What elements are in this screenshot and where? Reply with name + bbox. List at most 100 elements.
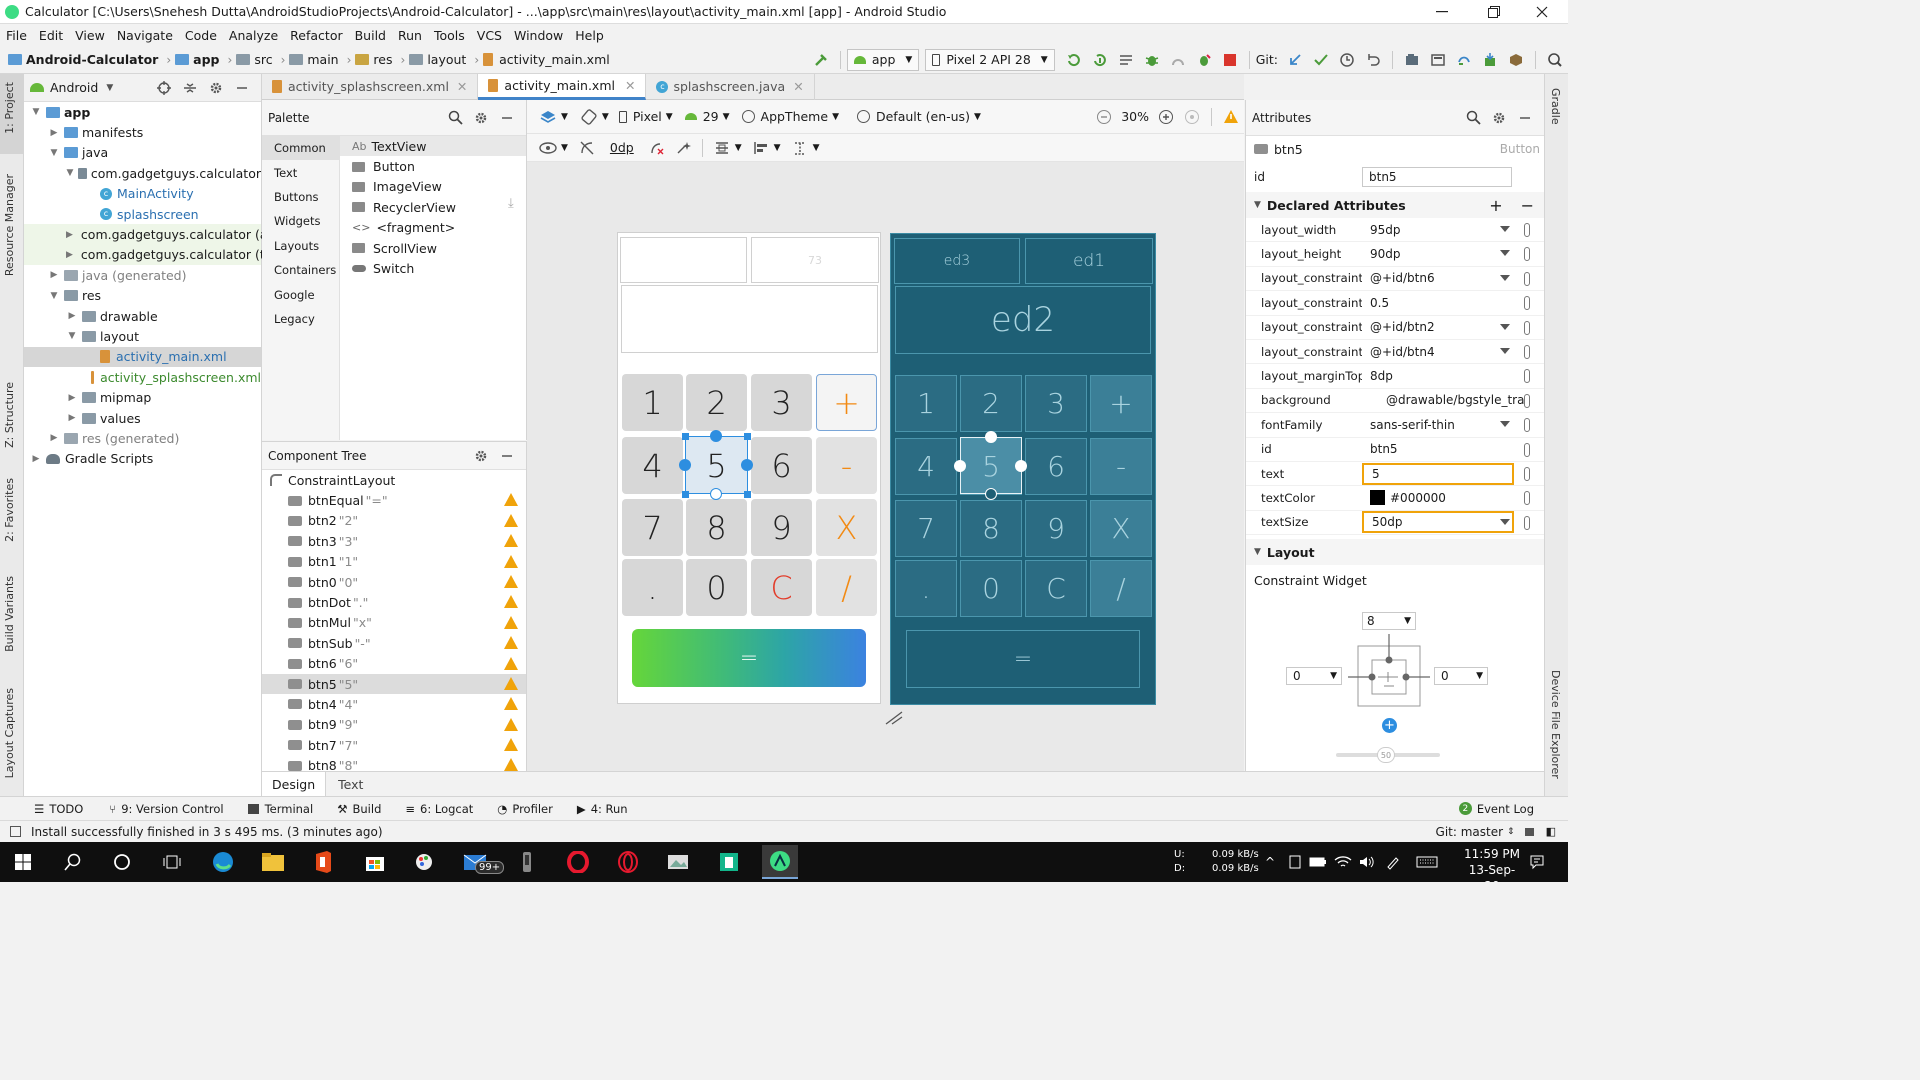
ed2-field[interactable] — [621, 285, 878, 353]
close-tab-icon[interactable]: ✕ — [793, 79, 803, 94]
resource-picker-icon[interactable] — [1524, 418, 1530, 433]
default-margin[interactable]: 0dp — [610, 140, 634, 155]
package-icon[interactable] — [1505, 49, 1527, 71]
blueprint-key[interactable]: 4 — [895, 438, 957, 495]
chevron-right-icon[interactable]: ▶ — [48, 433, 60, 443]
locale-select[interactable]: Default (en-us) — [876, 109, 970, 124]
close-tab-icon[interactable]: ✕ — [457, 79, 467, 94]
tab-design[interactable]: Design — [262, 771, 327, 797]
warning-icon[interactable] — [504, 738, 518, 752]
menu-run[interactable]: Run — [392, 28, 428, 43]
tree-item[interactable]: ▶ drawable — [24, 306, 261, 326]
tree-root[interactable]: ConstraintLayout — [262, 470, 526, 490]
apply-code-changes-icon[interactable] — [1089, 49, 1111, 71]
tree-item[interactable]: c splashscreen — [24, 204, 261, 224]
blueprint-ed3[interactable]: ed3 — [894, 238, 1020, 284]
make-project-icon[interactable] — [810, 49, 832, 71]
palette-category-legacy[interactable]: Legacy — [262, 307, 339, 331]
chevron-down-icon[interactable]: ▼ — [66, 168, 74, 178]
tab-text[interactable]: Text — [326, 777, 375, 792]
tree-item[interactable]: ▶ manifests — [24, 122, 261, 142]
attribute-value-input[interactable]: @+id/btn4 — [1362, 341, 1544, 363]
blueprint-key[interactable]: / — [1090, 560, 1152, 617]
blueprint-key[interactable]: C — [1025, 560, 1087, 617]
tree-item[interactable]: ▶ values — [24, 408, 261, 428]
api-level-select[interactable]: 29 — [703, 109, 719, 124]
resource-picker-icon[interactable] — [1524, 466, 1530, 481]
memory-icon[interactable]: ◧ — [1546, 825, 1556, 838]
key-button[interactable]: 1 — [622, 374, 683, 431]
resource-picker-icon[interactable] — [1524, 223, 1530, 237]
component-row[interactable]: btn0 "0" — [262, 572, 526, 592]
palette-item[interactable]: <> <fragment> — [340, 218, 526, 238]
breadcrumb-layout[interactable]: layout — [409, 52, 466, 67]
minimize-icon[interactable] — [1432, 2, 1452, 22]
id-input[interactable]: btn5 — [1362, 167, 1512, 187]
breadcrumb-main[interactable]: main — [289, 52, 339, 67]
run-config-select[interactable]: app ▼ — [846, 48, 920, 71]
stop-icon[interactable] — [1219, 49, 1241, 71]
key-button[interactable]: - — [816, 437, 877, 494]
tree-item[interactable]: ▶ com.gadgetguys.calculator (te — [24, 244, 272, 266]
warning-icon[interactable] — [504, 574, 518, 588]
hide-icon[interactable] — [496, 107, 518, 129]
palette-category-containers[interactable]: Containers — [262, 258, 339, 282]
attribute-value-input[interactable]: sans-serif-thin — [1362, 414, 1544, 436]
maximize-icon[interactable] — [1484, 2, 1504, 22]
blueprint-key[interactable]: - — [1090, 438, 1152, 495]
warning-icon[interactable] — [504, 615, 518, 629]
add-constraint-icon[interactable]: + — [1382, 718, 1397, 733]
key-button[interactable]: / — [816, 559, 877, 616]
task-view-icon[interactable] — [157, 848, 187, 876]
warning-icon[interactable] — [504, 636, 518, 650]
tool-favorites[interactable]: 2: Favorites — [3, 478, 16, 542]
palette-category-common[interactable]: Common — [262, 136, 339, 161]
clear-constraints-icon[interactable] — [646, 137, 668, 159]
keyboard-icon[interactable] — [1412, 848, 1442, 876]
photos-icon[interactable] — [663, 848, 693, 876]
tree-item[interactable]: ▶ Gradle Scripts — [24, 449, 261, 469]
blueprint-handle[interactable] — [985, 431, 997, 443]
blueprint-handle[interactable] — [1015, 460, 1027, 472]
blueprint-key[interactable]: 7 — [895, 500, 957, 557]
settings-icon[interactable] — [205, 77, 227, 99]
component-row[interactable]: btn8 "8" — [262, 755, 526, 772]
resource-picker-icon[interactable] — [1524, 271, 1530, 286]
tool-resource-manager[interactable]: Resource Manager — [3, 174, 16, 276]
opera-icon[interactable] — [563, 848, 593, 876]
design-device-select[interactable]: Pixel — [633, 109, 662, 124]
tree-item[interactable]: ▼ layout — [24, 326, 261, 346]
paint-icon[interactable] — [411, 848, 441, 876]
hide-icon[interactable] — [1514, 107, 1536, 129]
warning-icon[interactable] — [504, 534, 518, 548]
tree-item[interactable]: ▼ java — [24, 143, 261, 163]
search-icon[interactable] — [1544, 49, 1566, 71]
key-button[interactable]: + — [816, 374, 877, 431]
warning-icon[interactable] — [504, 717, 518, 731]
resource-picker-icon[interactable] — [1524, 515, 1530, 530]
chevron-down-icon[interactable] — [1500, 226, 1510, 232]
color-swatch[interactable] — [1370, 490, 1385, 506]
search-icon[interactable] — [444, 107, 466, 129]
component-row[interactable]: btn2 "2" — [262, 511, 526, 531]
ed1-field[interactable]: 73 — [751, 237, 879, 283]
tree-item[interactable]: ▼ com.gadgetguys.calculator — [24, 163, 261, 183]
margin-right-input[interactable]: 0 ▼ — [1434, 667, 1488, 685]
zoom-out-icon[interactable] — [1093, 106, 1115, 128]
component-row[interactable]: btnEqual "=" — [262, 490, 526, 510]
component-row[interactable]: btn7 "7" — [262, 735, 526, 755]
tab-activity-main[interactable]: activity_main.xml ✕ — [478, 73, 647, 100]
sdk-manager-icon[interactable] — [1479, 49, 1501, 71]
avd-manager-icon[interactable] — [1427, 49, 1449, 71]
corner-handle[interactable] — [682, 491, 689, 498]
search-icon[interactable] — [58, 848, 88, 876]
resource-picker-icon[interactable] — [1524, 369, 1530, 384]
margin-top-input[interactable]: 8 ▼ — [1362, 612, 1416, 630]
profile-icon[interactable] — [1167, 49, 1189, 71]
component-row[interactable]: btn6 "6" — [262, 654, 526, 674]
remove-attribute-icon[interactable]: − — [1521, 196, 1534, 215]
layout-section-header[interactable]: ▼ Layout — [1246, 539, 1544, 566]
view-options-icon[interactable] — [537, 137, 559, 159]
resize-handle[interactable] — [710, 430, 722, 442]
chevron-right-icon[interactable]: ▶ — [66, 230, 73, 240]
